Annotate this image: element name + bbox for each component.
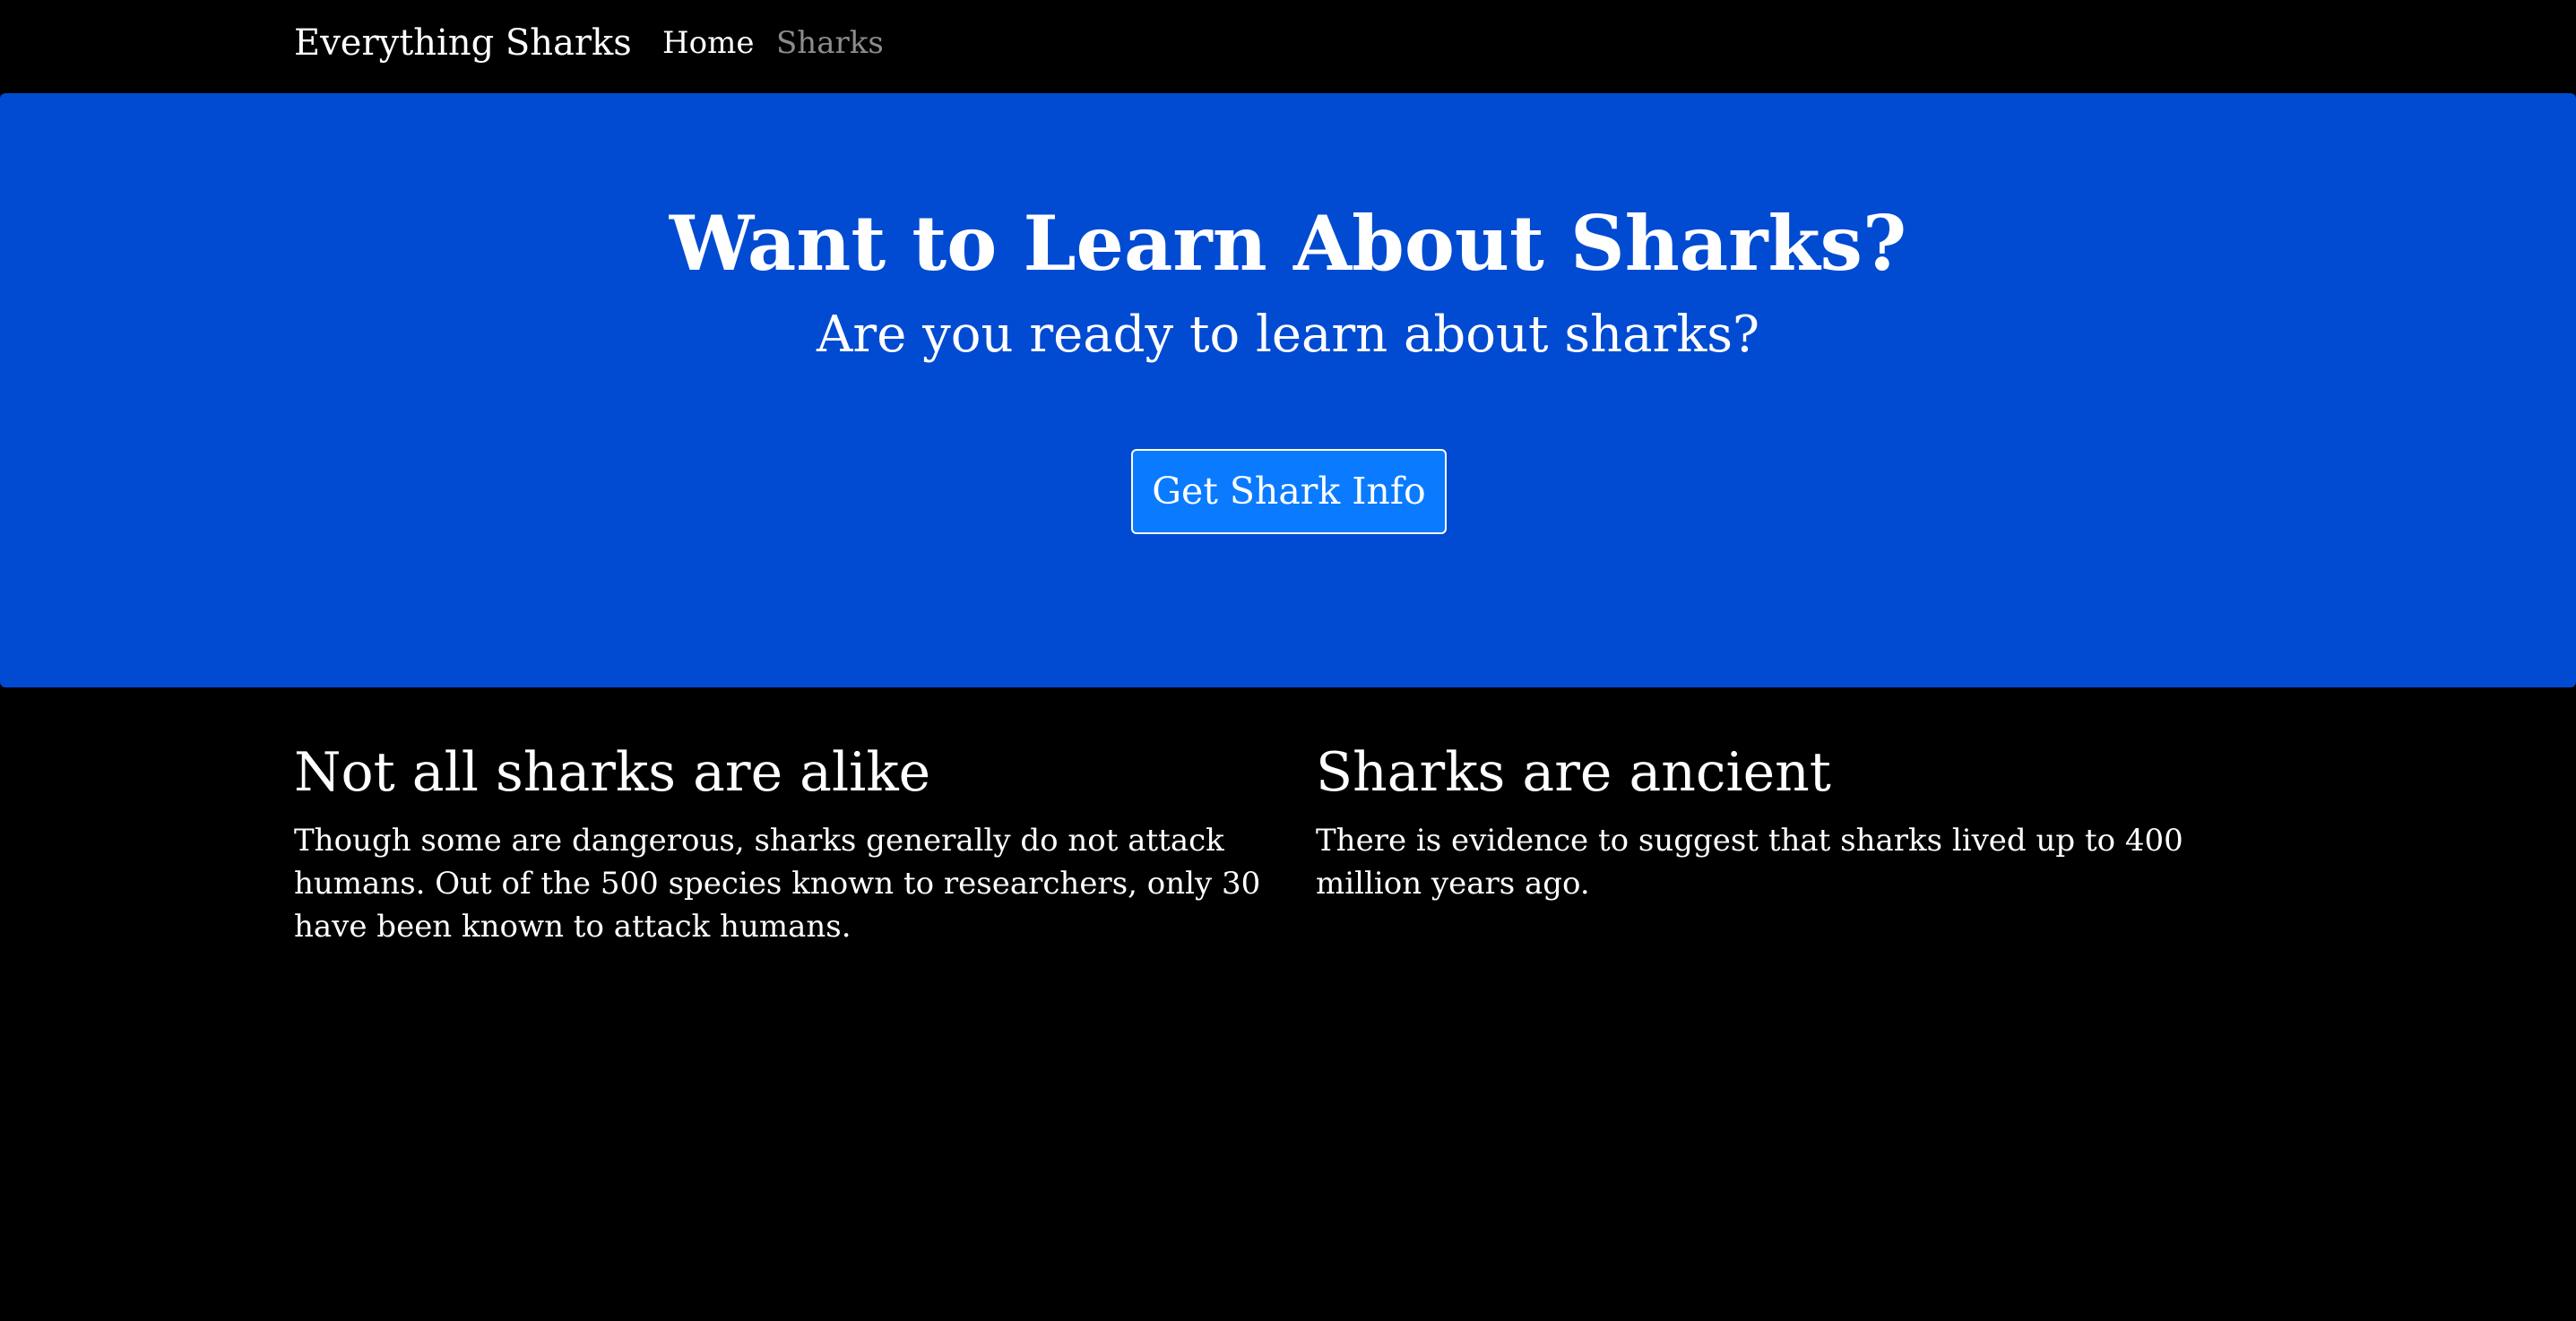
feature-text: Though some are dangerous, sharks genera…	[294, 823, 1261, 945]
hero-subtitle: Are you ready to learn about sharks?	[816, 306, 1760, 364]
nav-link-sharks[interactable]: Sharks	[776, 20, 884, 66]
brand-link[interactable]: Everything Sharks	[294, 16, 632, 70]
navbar: Everything Sharks Home Sharks	[0, 0, 2576, 92]
hero-title: Want to Learn About Sharks?	[669, 199, 1907, 288]
feature-heading: Not all sharks are alike	[294, 741, 931, 804]
feature-heading: Sharks are ancient	[1316, 741, 1831, 804]
get-shark-info-button[interactable]: Get Shark Info	[1131, 449, 1447, 534]
hero-banner: Want to Learn About Sharks? Are you read…	[0, 93, 2576, 687]
feature-card-ancient: Sharks are ancient There is evidence to …	[1316, 737, 2284, 905]
feature-card-alike: Not all sharks are alike Though some are…	[294, 737, 1262, 948]
nav-link-home[interactable]: Home	[662, 20, 754, 66]
feature-text: There is evidence to suggest that sharks…	[1316, 823, 2183, 902]
